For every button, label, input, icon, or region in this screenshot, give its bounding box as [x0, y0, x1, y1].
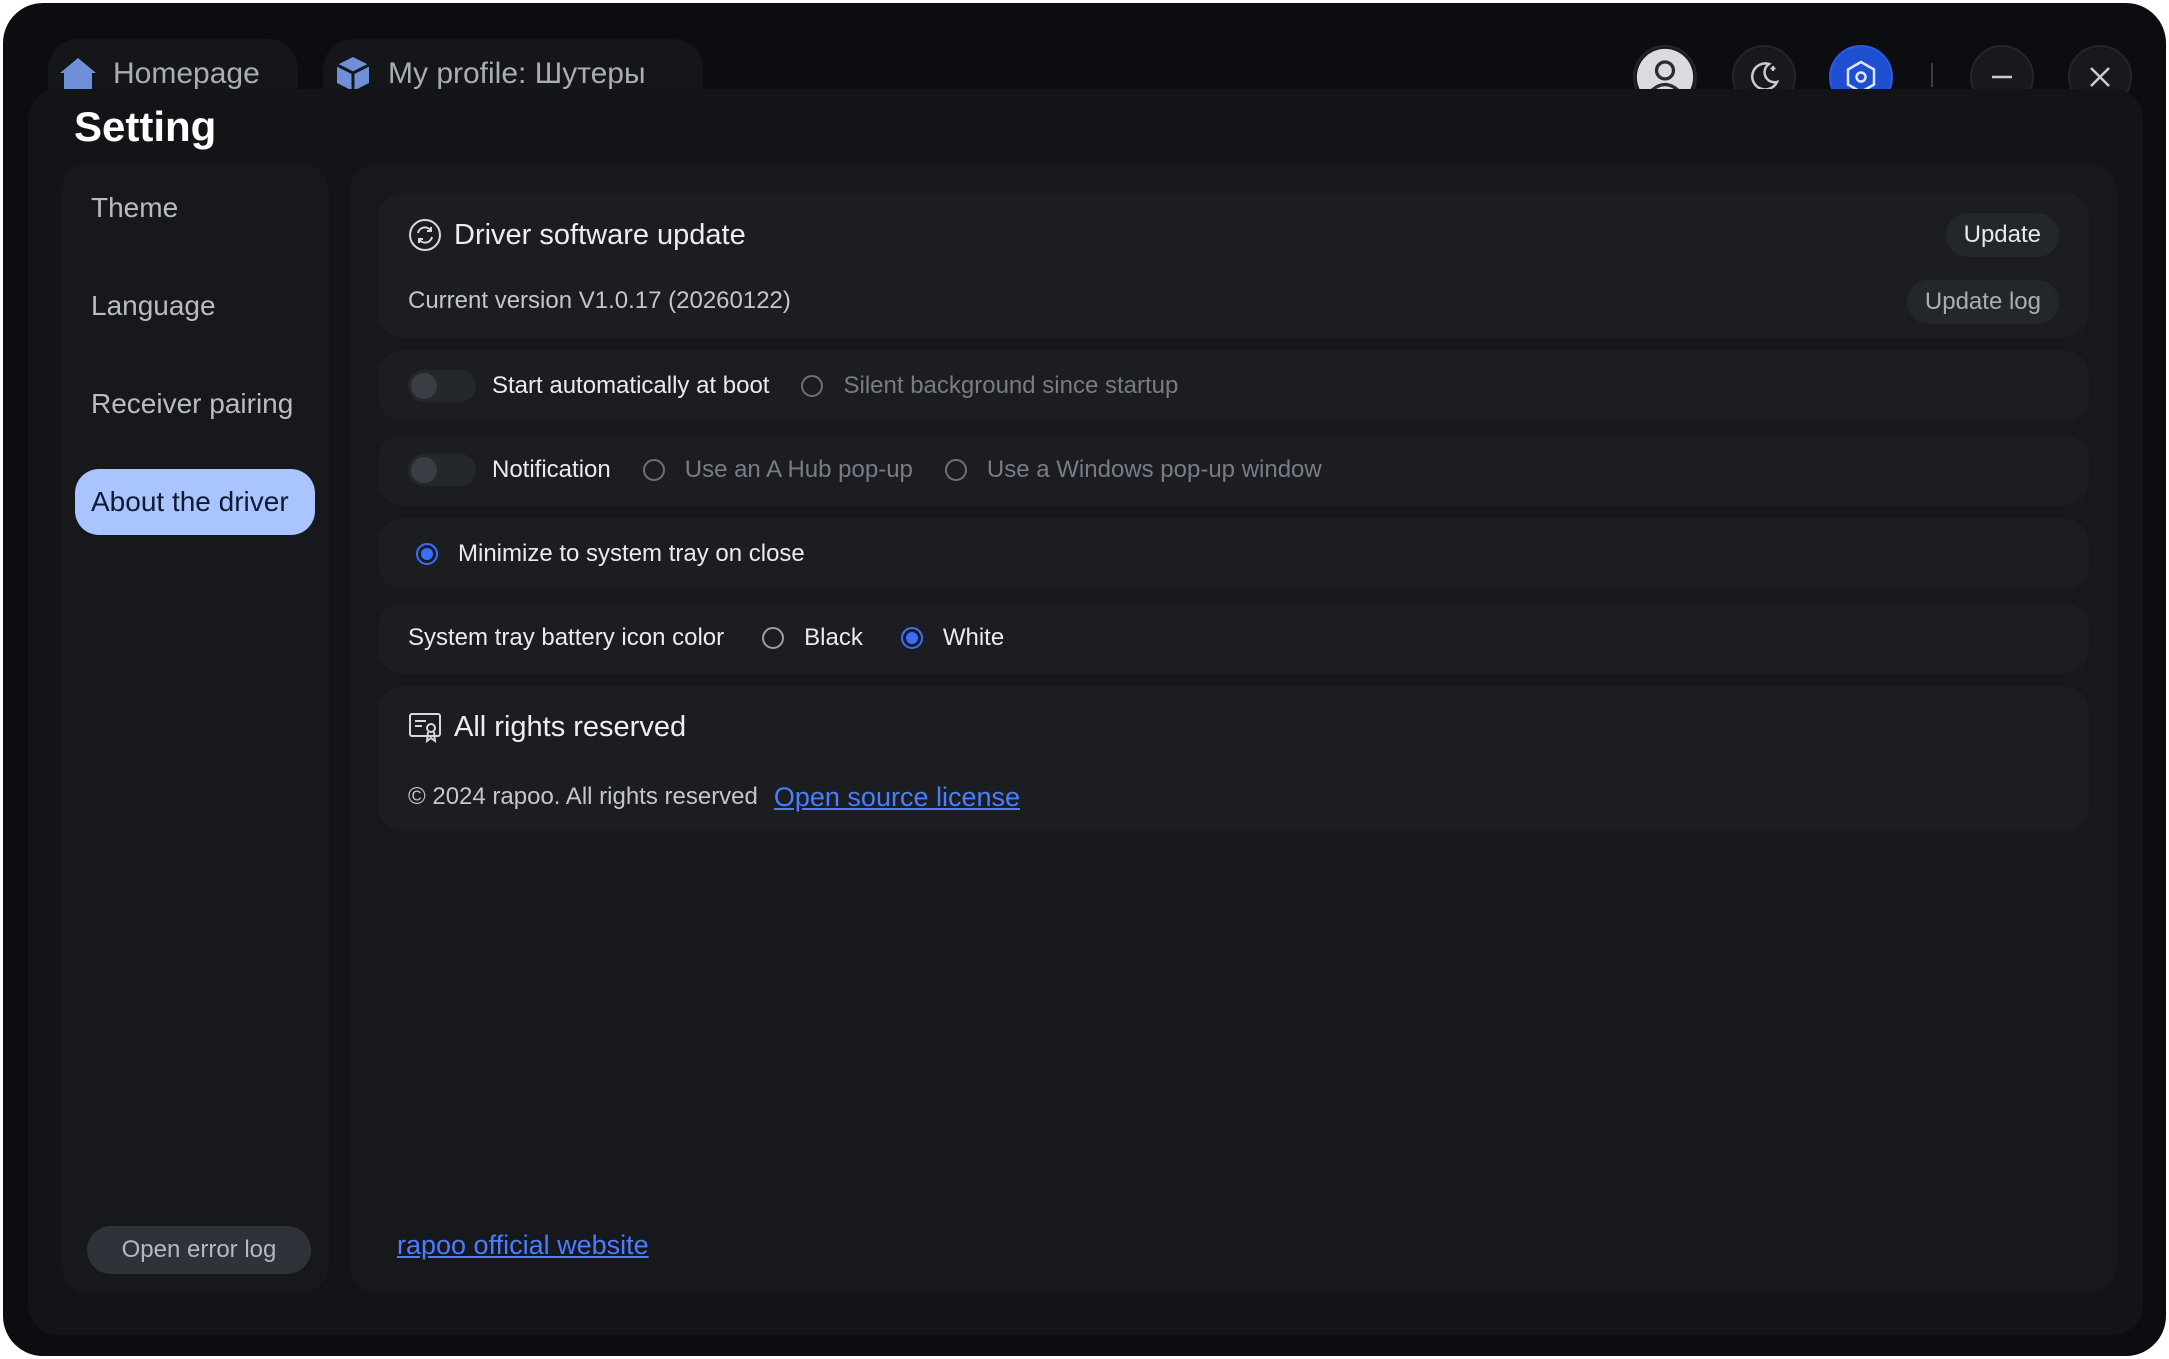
battery-color-card: System tray battery icon color Black Whi… [378, 603, 2089, 673]
open-error-log-button[interactable]: Open error log [87, 1226, 311, 1274]
rights-card: All rights reserved © 2024 rapoo. All ri… [378, 687, 2089, 831]
settings-sidebar: Theme Language Receiver pairing About th… [61, 163, 329, 1293]
battery-color-white-radio[interactable] [900, 627, 923, 649]
minimize-to-tray-label: Minimize to system tray on close [458, 540, 805, 567]
rights-title: All rights reserved [454, 710, 687, 743]
driver-update-card: Driver software update Update Current ve… [378, 193, 2089, 337]
current-version-text: Current version V1.0.17 (20260122) [408, 287, 791, 314]
minus-icon [1992, 75, 2012, 79]
hub-popup-label: Use an A Hub pop-up [684, 456, 913, 483]
home-icon [60, 58, 96, 89]
start-at-boot-toggle[interactable] [408, 370, 476, 402]
open-source-license-link[interactable]: Open source license [774, 782, 1020, 813]
notification-label: Notification [492, 456, 611, 483]
driver-update-title: Driver software update [454, 218, 746, 251]
notification-card: Notification Use an A Hub pop-up Use a W… [378, 435, 2089, 505]
app-window: Homepage My profile: Шутеры Setting Them… [3, 3, 2166, 1356]
minimize-to-tray-radio[interactable] [416, 543, 438, 565]
battery-color-black-label: Black [804, 624, 863, 651]
silent-background-radio[interactable] [801, 375, 824, 397]
silent-background-label: Silent background since startup [843, 372, 1179, 399]
page-title: Setting [74, 103, 217, 150]
tab-my-profile-label: My profile: Шутеры [388, 57, 646, 90]
certificate-icon [409, 713, 441, 744]
battery-color-label: System tray battery icon color [408, 624, 725, 651]
sidebar-item-language[interactable]: Language [75, 273, 315, 339]
settings-content: Driver software update Update Current ve… [350, 163, 2117, 1293]
sidebar-item-about-driver[interactable]: About the driver [75, 469, 315, 535]
tab-homepage-label: Homepage [113, 57, 260, 90]
battery-color-black-radio[interactable] [762, 627, 785, 649]
update-button[interactable]: Update [1945, 213, 2059, 257]
official-website-link[interactable]: rapoo official website [397, 1230, 649, 1261]
battery-color-white-label: White [942, 624, 1005, 651]
settings-panel: Setting Theme Language Receiver pairing … [28, 89, 2143, 1335]
title-bar-divider [1931, 63, 1933, 87]
tray-card: Minimize to system tray on close [378, 519, 2089, 589]
windows-popup-radio[interactable] [944, 459, 967, 481]
start-at-boot-label: Start automatically at boot [492, 372, 770, 399]
close-icon [2090, 67, 2110, 87]
startup-card: Start automatically at boot Silent backg… [378, 351, 2089, 421]
refresh-icon [409, 219, 441, 251]
box-icon [336, 57, 370, 91]
sidebar-item-receiver-pairing[interactable]: Receiver pairing [75, 371, 315, 437]
copyright-text: © 2024 rapoo. All rights reserved [408, 783, 758, 810]
windows-popup-label: Use a Windows pop-up window [986, 456, 1322, 483]
update-log-button[interactable]: Update log [1906, 280, 2059, 324]
hub-popup-radio[interactable] [642, 459, 665, 481]
notification-toggle[interactable] [408, 454, 476, 486]
sidebar-item-theme[interactable]: Theme [75, 175, 315, 241]
